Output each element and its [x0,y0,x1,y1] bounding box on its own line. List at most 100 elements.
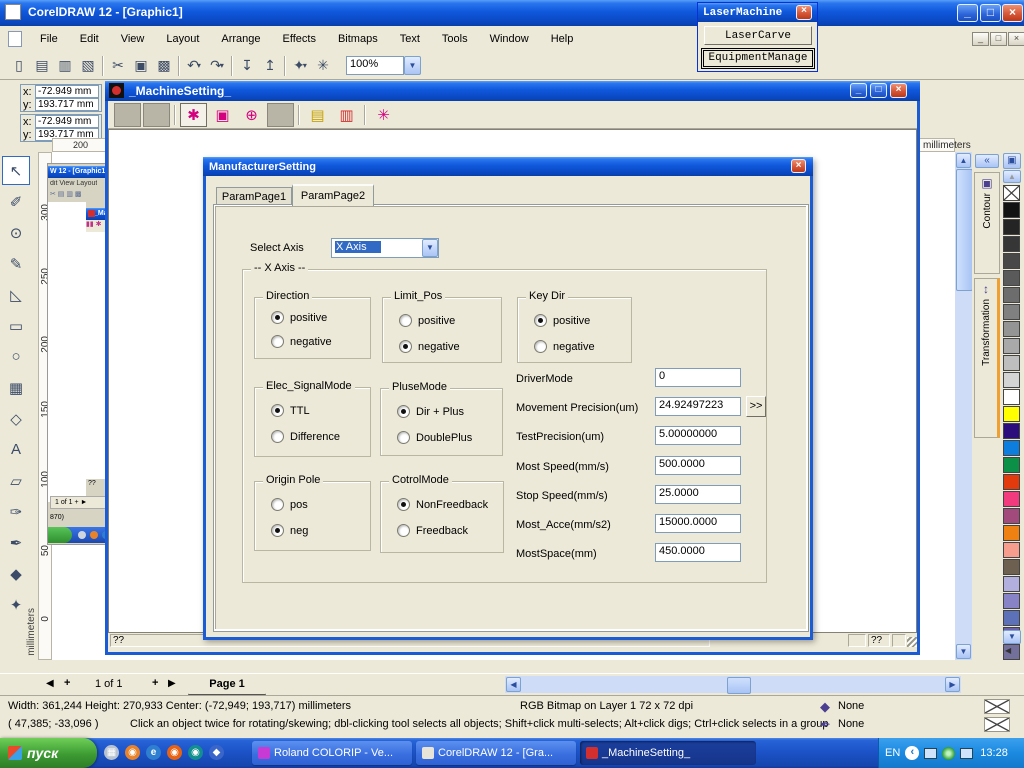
field-testprecision-um-[interactable]: 5.00000000 [655,426,741,445]
monitor-button[interactable]: ▣ [209,103,236,127]
smart-drawing-tool[interactable]: ◺ [2,280,30,309]
pick-tool[interactable]: ↖ [2,156,30,185]
app-launcher-dropdown-icon[interactable]: ▾ [303,61,307,70]
menu-bitmaps[interactable]: Bitmaps [338,33,378,45]
radio-positive[interactable] [399,314,412,327]
menu-file[interactable]: File [40,33,58,45]
menu-edit[interactable]: Edit [80,33,99,45]
color-swatch[interactable] [1003,236,1020,252]
color-swatch[interactable] [1003,287,1020,303]
field-mostspace-mm-[interactable]: 450.0000 [655,543,741,562]
radio-freedback[interactable] [397,524,410,537]
color-swatch[interactable] [1003,542,1020,558]
select-axis-dropdown-icon[interactable]: ▼ [422,239,438,257]
blank-button-1[interactable] [114,103,141,127]
antivirus-icon[interactable] [942,747,955,760]
vertical-scroll-thumb[interactable] [956,169,973,291]
minimize-button[interactable]: _ [957,4,978,22]
outline-tool[interactable]: ✒ [2,528,30,557]
last-page-icon[interactable]: ▶ [168,678,176,689]
eye-icon[interactable]: ◉ [188,745,203,760]
add-page-before-button[interactable]: + [64,677,70,689]
color-swatch[interactable] [1003,253,1020,269]
color-swatch[interactable] [1003,559,1020,575]
field-most-acce-mm-s2-[interactable]: 15000.0000 [655,514,741,533]
color-swatch[interactable] [1003,304,1020,320]
color-swatch[interactable] [1003,389,1020,405]
lasermachine-close-button[interactable]: × [796,5,812,20]
basic-shapes-tool[interactable]: ◇ [2,404,30,433]
export-button[interactable]: ↥ [259,55,281,77]
undo-button[interactable]: ↶▾ [183,55,205,77]
horizontal-scroll-thumb[interactable] [727,677,751,694]
color-swatch[interactable] [1003,474,1020,490]
menu-help[interactable]: Help [551,33,574,45]
color-swatch[interactable] [1003,423,1020,439]
color-swatch[interactable] [1003,338,1020,354]
zoom-combo-dropdown-icon[interactable]: ▼ [404,56,421,75]
scroll-right-icon[interactable]: ▶ [945,677,960,692]
corel-online-button[interactable]: ✳ [312,55,334,77]
color-swatch[interactable] [1003,576,1020,592]
open-button[interactable]: ▤ [31,55,53,77]
color-swatch[interactable] [1003,270,1020,286]
interactive-blend-tool[interactable]: ▱ [2,466,30,495]
child-restore-button[interactable]: □ [990,32,1007,46]
horizontal-scrollbar[interactable]: ◀ ▶ [505,676,961,693]
shape-tool[interactable]: ✐ [2,187,30,216]
equipmentmanage-button[interactable]: EquipmentManage [701,48,815,69]
paste-button[interactable]: ▩ [153,55,175,77]
origin-button[interactable]: ✳ [370,103,397,127]
color-swatch[interactable] [1003,355,1020,371]
cut-button[interactable]: ✂ [107,55,129,77]
first-page-icon[interactable]: ◀ [46,678,54,689]
docker-tab-contour[interactable]: ▣ Contour [974,172,1000,274]
radio-neg[interactable] [271,524,284,537]
menu-text[interactable]: Text [400,33,420,45]
tab-parampage2[interactable]: ParamPage2 [292,184,374,206]
fill-tool[interactable]: ◆ [2,559,30,588]
scroll-left-icon[interactable]: ◀ [506,677,521,692]
network2-icon[interactable] [960,748,973,759]
child-close-button[interactable]: × [1008,32,1024,46]
restore-button[interactable]: □ [980,4,1001,22]
y-value-field[interactable]: 193.717 mm [35,98,99,111]
menu-view[interactable]: View [121,33,145,45]
field-movement-precision-um-[interactable]: 24.92497223 [655,397,741,416]
print-button[interactable]: ▧ [77,55,99,77]
save-file-button[interactable]: ▥ [333,103,360,127]
color-swatch[interactable] [1003,508,1020,524]
new-button[interactable]: ▯ [8,55,30,77]
field-most-speed-mm-s-[interactable]: 500.0000 [655,456,741,475]
interactive-fill-tool[interactable]: ✦ [2,590,30,619]
lasercarve-button[interactable]: LaserCarve [704,26,812,45]
task-roland-colorip-ve-[interactable]: Roland COLORIP - Ve... [252,741,412,765]
app-launcher-button[interactable]: ✦▾ [289,55,311,77]
blank-button-3[interactable] [267,103,294,127]
color-swatch[interactable] [1003,406,1020,422]
menu-window[interactable]: Window [490,33,529,45]
color-swatch[interactable] [1003,321,1020,337]
color-swatch[interactable] [1003,219,1020,235]
more-button[interactable]: >> [746,396,766,417]
palette-expand-icon[interactable]: ◀ [1005,646,1011,655]
field-drivermode[interactable]: 0 [655,368,741,387]
resize-grip[interactable] [907,637,917,647]
eyedropper-tool[interactable]: ✑ [2,497,30,526]
zoom-tool[interactable]: ⊙ [2,218,30,247]
redo-button[interactable]: ↷▾ [206,55,228,77]
tray-expand-icon[interactable]: ‹ [905,746,919,760]
vertical-scrollbar[interactable]: ▲ ▼ [955,152,972,660]
radio-pos[interactable] [271,498,284,511]
palette-menu-icon[interactable]: ▣ [1003,153,1021,169]
add-page-after-button[interactable]: + [152,677,158,689]
task-coreldraw-12-gra-[interactable]: CorelDRAW 12 - [Gra... [416,741,576,765]
color-swatch[interactable] [1003,202,1020,218]
maximize-button[interactable]: □ [870,83,887,98]
clock[interactable]: 13:28 [980,747,1008,759]
open-file-button[interactable]: ▤ [304,103,331,127]
tab-parampage1[interactable]: ParamPage1 [216,187,292,206]
radio-doubleplus[interactable] [397,431,410,444]
minimize-button[interactable]: _ [850,83,867,98]
firefox-icon[interactable]: ◉ [167,745,182,760]
